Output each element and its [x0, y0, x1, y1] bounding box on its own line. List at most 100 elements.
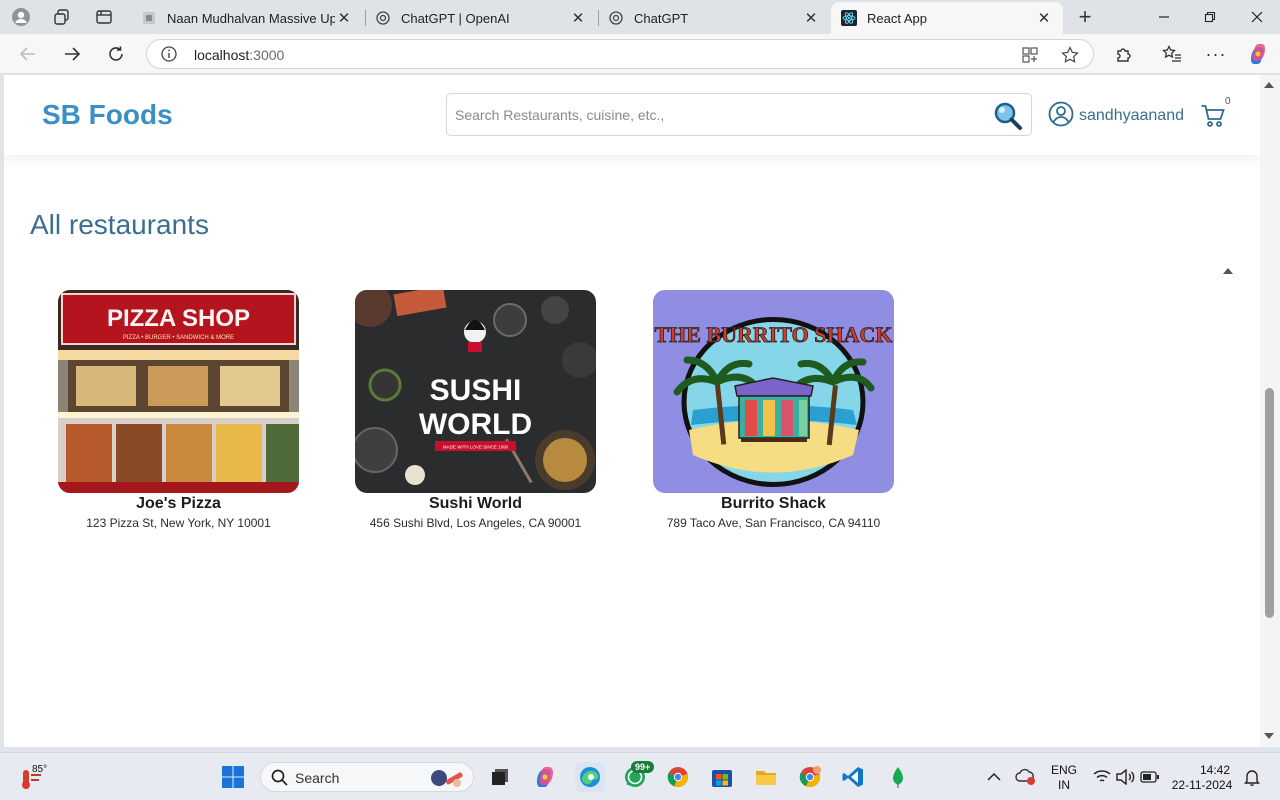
brand-logo[interactable]: SB Foods	[42, 99, 173, 131]
notifications-icon[interactable]	[1238, 763, 1266, 791]
restaurant-address: 123 Pizza St, New York, NY 10001	[86, 516, 271, 530]
logo-line2: WORLD	[419, 408, 532, 441]
page-title: All restaurants	[30, 209, 209, 240]
browser-toolbar: localhost:3000 ···	[0, 34, 1280, 74]
url-host: localhost	[194, 47, 250, 63]
show-hidden-icons-icon[interactable]	[980, 763, 1008, 791]
close-tab-icon[interactable]: ✕	[1035, 9, 1053, 27]
browser-tab-strip: Naan Mudhalvan Massive Upskill ✕ ChatGPT…	[0, 0, 1280, 34]
language-indicator[interactable]: ENG IN	[1046, 763, 1082, 793]
copilot-icon[interactable]	[531, 763, 559, 791]
scroll-down-icon[interactable]	[1264, 733, 1274, 739]
taskbar-search[interactable]: Search	[260, 762, 474, 792]
restaurant-name[interactable]: Joe's Pizza	[58, 495, 299, 513]
logo-tagline: MADE WITH LOVE SINCE 1990	[443, 445, 509, 450]
task-view-icon[interactable]	[486, 763, 514, 791]
restaurant-image[interactable]: THE BURRITO SHACK	[653, 290, 894, 493]
profile-icon[interactable]	[10, 6, 32, 28]
clock-time: 14:42	[1199, 763, 1230, 777]
vscode-icon[interactable]	[839, 763, 867, 791]
close-window-icon[interactable]	[1237, 4, 1277, 30]
close-tab-icon[interactable]: ✕	[335, 9, 353, 27]
sign-text: PIZZA SHOP	[107, 305, 250, 332]
mongodb-icon[interactable]	[884, 763, 912, 791]
restaurant-card[interactable]: SUSHI WORLD MADE WITH LOVE SINCE 1990 Su…	[355, 290, 596, 530]
tab-naan-mudhalvan[interactable]: Naan Mudhalvan Massive Upskill ✕	[131, 2, 363, 34]
page-favicon-icon	[141, 10, 157, 26]
whatsapp-badge: 99+	[631, 761, 655, 773]
search-icon[interactable]	[993, 101, 1023, 131]
restaurant-card[interactable]: THE BURRITO SHACK Burrito Shack 789 Taco…	[653, 290, 894, 530]
site-info-icon[interactable]	[161, 46, 177, 67]
taskbar-search-label: Search	[295, 770, 340, 786]
favorite-star-icon[interactable]	[1061, 46, 1079, 69]
windows-taskbar: 85° Search 99+ ENG IN 14:42 22-11-2024	[0, 752, 1280, 800]
search-icon	[271, 769, 288, 791]
openai-icon	[375, 10, 391, 26]
restaurant-card[interactable]: PIZZA SHOP PIZZA • BURGER • SANDWICH & M…	[58, 290, 299, 530]
app-available-icon[interactable]	[1021, 46, 1039, 69]
chrome-profile-icon[interactable]	[796, 763, 824, 791]
refresh-icon[interactable]	[103, 42, 129, 66]
scroll-up-icon[interactable]	[1264, 82, 1274, 88]
user-icon	[1048, 101, 1074, 132]
inner-scroll-up-icon[interactable]	[1223, 268, 1233, 274]
address-bar[interactable]: localhost:3000	[146, 39, 1094, 69]
react-icon	[841, 10, 857, 26]
restaurant-image[interactable]: SUSHI WORLD MADE WITH LOVE SINCE 1990	[355, 290, 596, 493]
close-tab-icon[interactable]: ✕	[569, 9, 587, 27]
microsoft-store-icon[interactable]	[708, 763, 736, 791]
new-tab-button[interactable]: +	[1074, 4, 1096, 29]
cart-icon[interactable]	[1200, 103, 1226, 129]
tab-chatgpt-openai[interactable]: ChatGPT | OpenAI ✕	[365, 2, 597, 34]
restaurant-address: 456 Sushi Blvd, Los Angeles, CA 90001	[369, 516, 582, 530]
restore-icon[interactable]	[1190, 4, 1230, 30]
forward-icon[interactable]	[59, 42, 85, 66]
onedrive-status-icon[interactable]	[1012, 763, 1040, 791]
language-code: ENG	[1050, 763, 1077, 777]
file-explorer-icon[interactable]	[752, 763, 780, 791]
url-port: :3000	[249, 47, 285, 63]
user-profile-link[interactable]: sandhyaanand	[1048, 101, 1184, 132]
site-header: SB Foods sandhyaanand 0	[4, 75, 1260, 155]
edge-browser-icon[interactable]	[575, 762, 605, 792]
extensions-icon[interactable]	[1111, 42, 1137, 66]
clock[interactable]: 14:42 22-11-2024	[1168, 763, 1236, 793]
close-tab-icon[interactable]: ✕	[802, 9, 820, 27]
favorites-icon[interactable]	[1159, 42, 1185, 66]
tab-title: ChatGPT | OpenAI	[401, 10, 510, 26]
logo-text: THE BURRITO SHACK	[655, 322, 893, 347]
tab-title: Naan Mudhalvan Massive Upskill	[167, 10, 335, 26]
language-region: IN	[1058, 778, 1070, 792]
clock-date: 22-11-2024	[1171, 778, 1233, 792]
back-icon[interactable]	[15, 42, 41, 66]
openai-icon	[608, 10, 624, 26]
scrollbar-thumb[interactable]	[1265, 388, 1274, 618]
copilot-icon[interactable]	[1245, 42, 1271, 66]
tab-react-app[interactable]: React App ✕	[831, 2, 1063, 34]
chrome-icon[interactable]	[664, 763, 692, 791]
tab-chatgpt[interactable]: ChatGPT ✕	[598, 2, 830, 34]
url-text: localhost:3000	[194, 47, 284, 63]
search-input[interactable]	[455, 103, 975, 127]
restaurant-address: 789 Taco Ave, San Francisco, CA 94110	[666, 516, 881, 530]
battery-icon[interactable]	[1136, 763, 1164, 791]
more-menu-icon[interactable]: ···	[1203, 42, 1229, 66]
volume-icon[interactable]	[1111, 763, 1139, 791]
workspaces-icon[interactable]	[51, 6, 73, 28]
tab-title: React App	[867, 10, 927, 26]
user-name: sandhyaanand	[1079, 107, 1184, 124]
search-bar	[446, 93, 1032, 136]
tab-title: ChatGPT	[634, 10, 689, 26]
restaurant-name[interactable]: Sushi World	[355, 495, 596, 513]
start-icon[interactable]	[219, 763, 247, 791]
restaurant-name[interactable]: Burrito Shack	[653, 495, 894, 513]
logo-line1: SUSHI	[430, 374, 522, 407]
search-highlight-icon	[427, 766, 467, 795]
minimize-icon[interactable]	[1144, 4, 1184, 30]
sign-subtext: PIZZA • BURGER • SANDWICH & MORE	[123, 335, 234, 341]
weather-temp: 85°	[32, 764, 48, 775]
cart-count-badge: 0	[1225, 96, 1231, 107]
restaurant-image[interactable]: PIZZA SHOP PIZZA • BURGER • SANDWICH & M…	[58, 290, 299, 493]
tab-actions-icon[interactable]	[93, 6, 115, 28]
